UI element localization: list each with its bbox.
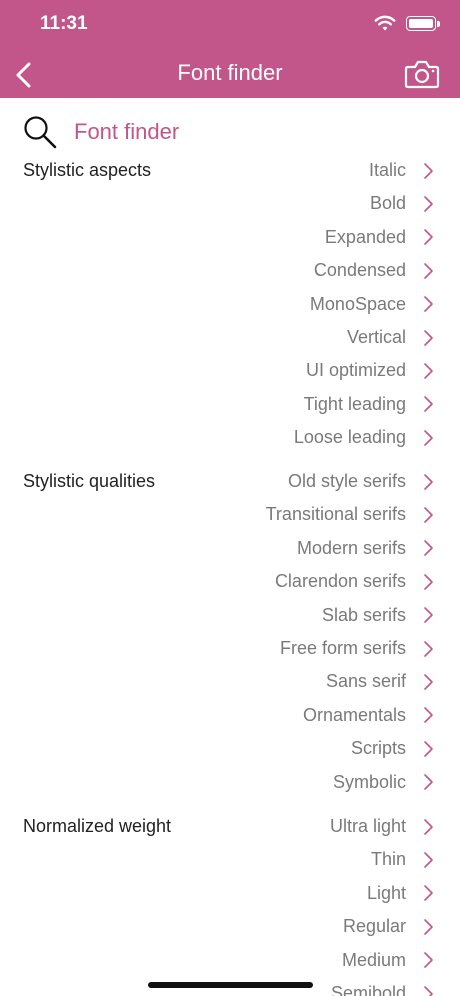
filter-option-row[interactable]: Ultra light: [330, 810, 434, 843]
filter-option-row[interactable]: Tight leading: [304, 388, 434, 421]
filter-option-label: Sans serif: [325, 671, 406, 692]
filter-option-row[interactable]: Free form serifs: [280, 632, 434, 665]
chevron-right-icon: [424, 952, 433, 968]
filter-option-label: Transitional serifs: [265, 504, 406, 525]
filter-option-row[interactable]: Expanded: [325, 221, 434, 254]
filter-option-label: Symbolic: [332, 771, 406, 792]
filter-option-label: MonoSpace: [309, 293, 406, 314]
chevron-right-icon: [424, 740, 433, 757]
chevron-right-icon: [424, 573, 433, 590]
filter-option-label: Italic: [368, 160, 406, 180]
chevron-right-icon: [424, 918, 433, 935]
filter-option-label: Scripts: [350, 738, 406, 759]
filter-option-label: Ornamentals: [302, 704, 406, 725]
section-label: Normalized weight: [23, 816, 172, 836]
filter-option-row[interactable]: Modern serifs: [297, 532, 434, 565]
filter-option-label: Thin: [370, 849, 406, 870]
filter-option-row[interactable]: Medium: [342, 944, 434, 977]
filter-option-label: Condensed: [313, 260, 406, 281]
filter-option-row[interactable]: Italic: [369, 154, 434, 187]
chevron-right-icon: [424, 396, 433, 413]
filter-option-row[interactable]: MonoSpace: [310, 288, 434, 321]
filter-option-row[interactable]: Condensed: [314, 254, 434, 287]
home-indicator: [148, 982, 313, 988]
filter-option-row[interactable]: Loose leading: [294, 421, 434, 454]
filter-option-label: Slab serifs: [321, 604, 406, 625]
nav-title: Font finder: [177, 60, 283, 85]
filter-option-row[interactable]: Ornamentals: [303, 699, 434, 732]
chevron-right-icon: [424, 296, 433, 312]
filter-option-row[interactable]: Light: [367, 877, 434, 910]
filter-option-label: Modern serifs: [296, 537, 406, 558]
filter-option-row[interactable]: Semibold: [331, 977, 434, 996]
chevron-right-icon: [424, 607, 433, 623]
filter-option-row[interactable]: UI optimized: [306, 354, 434, 387]
wifi-icon: [374, 15, 396, 31]
filter-option-row[interactable]: Clarendon serifs: [275, 565, 434, 598]
chevron-right-icon: [424, 818, 433, 835]
filter-option-row[interactable]: Bold: [370, 187, 434, 220]
filter-option-row[interactable]: Slab serifs: [322, 599, 434, 632]
camera-icon[interactable]: [404, 58, 440, 90]
status-time: 11:31: [40, 13, 88, 34]
filter-option-label: Regular: [342, 916, 406, 937]
chevron-right-icon: [424, 852, 433, 868]
filter-option-row[interactable]: Scripts: [351, 732, 434, 765]
filter-option-label: Bold: [369, 193, 406, 214]
section-label: Stylistic aspects: [23, 160, 152, 180]
chevron-right-icon: [424, 507, 433, 523]
chevron-right-icon: [424, 196, 433, 212]
filter-option-row[interactable]: Regular: [343, 910, 434, 943]
filter-option-label: Light: [366, 882, 406, 903]
finder-title: Font finder: [74, 119, 180, 144]
filter-option-label: Free form serifs: [279, 638, 406, 658]
filter-option-label: Vertical: [346, 327, 406, 347]
chevron-right-icon: [424, 885, 433, 902]
chevron-right-icon: [424, 363, 433, 379]
chevron-right-icon: [424, 674, 433, 690]
chevron-right-icon: [424, 329, 433, 346]
chevron-right-icon: [424, 262, 433, 279]
filter-option-row[interactable]: Sans serif: [326, 665, 434, 698]
battery-icon: [406, 15, 440, 31]
chevron-right-icon: [424, 162, 433, 179]
filter-option-label: UI optimized: [305, 360, 406, 381]
chevron-right-icon: [424, 429, 433, 446]
chevron-right-icon: [424, 707, 433, 724]
filter-option-label: Ultra light: [329, 816, 406, 836]
section-label: Stylistic qualities: [23, 471, 156, 491]
filter-option-row[interactable]: Symbolic: [333, 766, 434, 799]
navigation-bar: 11:31 Font finder: [0, 0, 460, 98]
filter-option-label: Tight leading: [303, 393, 406, 414]
filter-option-label: Loose leading: [293, 427, 406, 448]
chevron-right-icon: [424, 229, 433, 246]
filter-option-label: Medium: [341, 949, 406, 970]
filter-option-label: Semibold: [330, 983, 406, 996]
filter-option-row[interactable]: Thin: [371, 843, 434, 876]
filter-option-row[interactable]: Vertical: [347, 321, 434, 354]
finder-header: Font finder: [22, 114, 179, 150]
search-icon: [24, 116, 57, 149]
chevron-right-icon: [424, 640, 433, 657]
chevron-right-icon: [424, 473, 433, 490]
chevron-right-icon: [424, 985, 433, 996]
status-icons: [374, 14, 440, 32]
filter-option-row[interactable]: Transitional serifs: [266, 498, 434, 531]
filter-option-label: Expanded: [324, 226, 406, 247]
filter-option-row[interactable]: Old style serifs: [288, 465, 434, 498]
chevron-right-icon: [424, 540, 433, 557]
chevron-right-icon: [424, 774, 433, 790]
filter-option-label: Old style serifs: [287, 471, 406, 491]
filter-option-label: Clarendon serifs: [274, 571, 406, 592]
